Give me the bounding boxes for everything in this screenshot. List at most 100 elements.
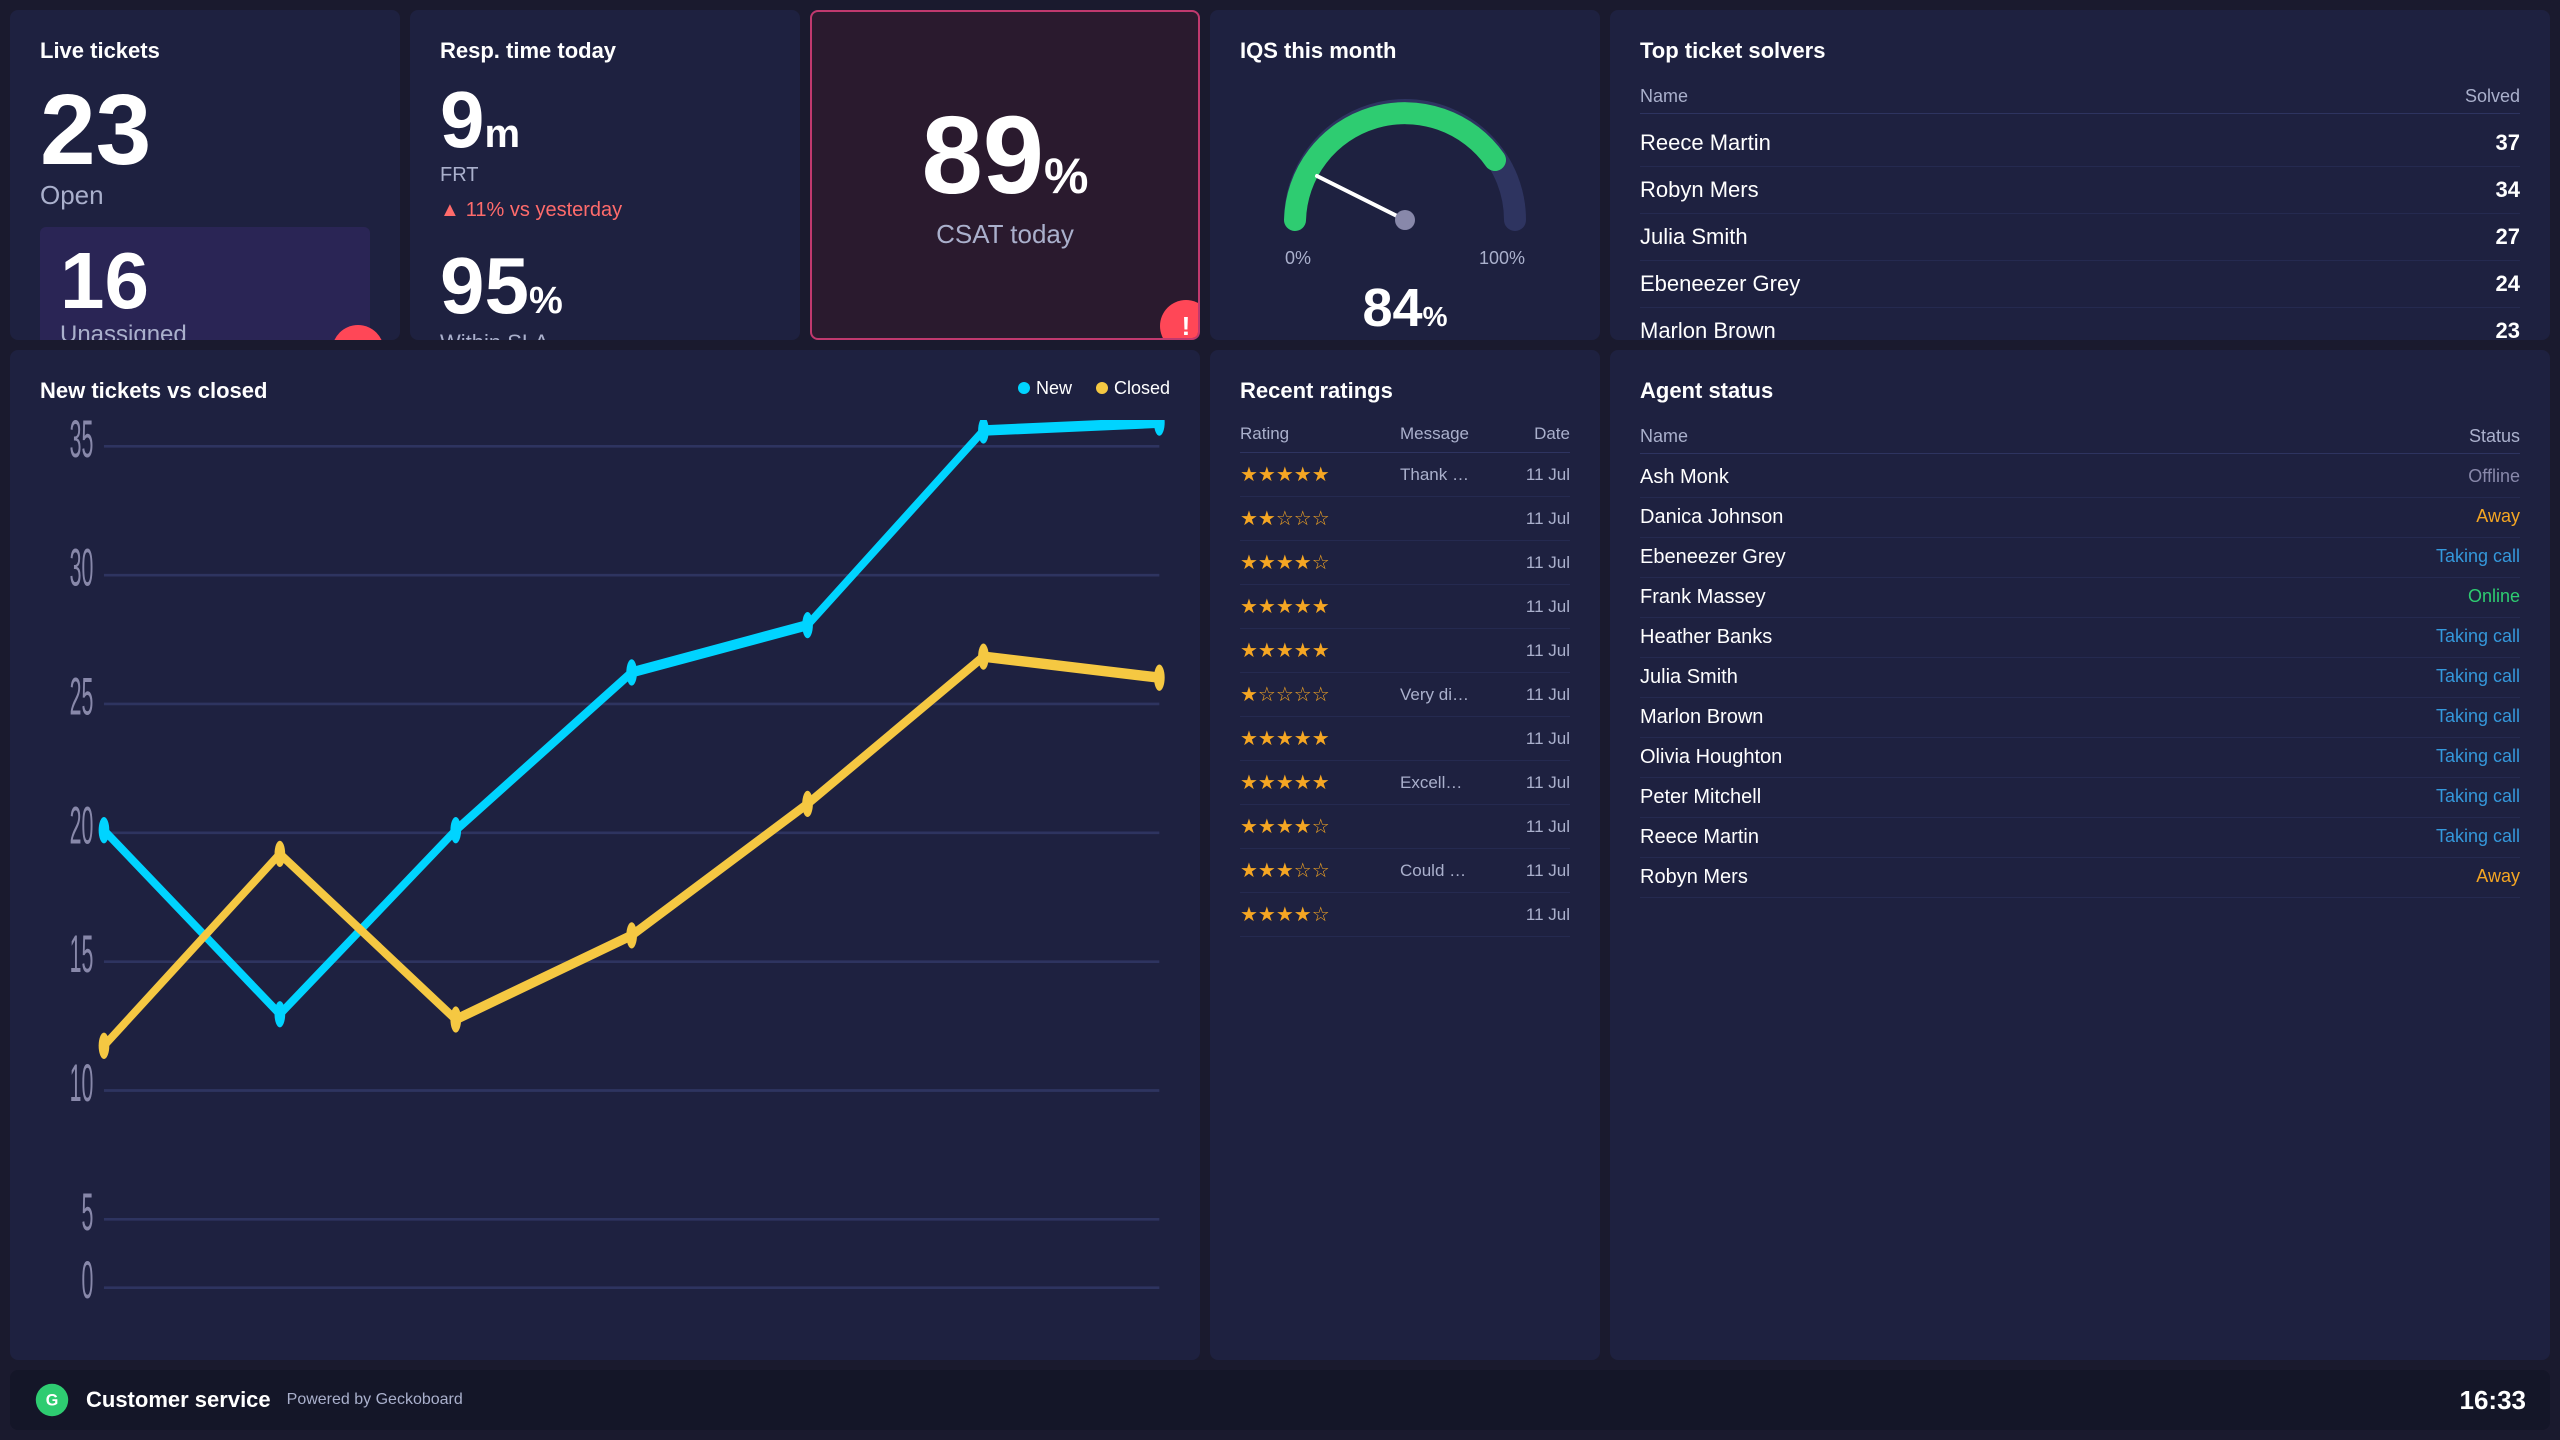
agent-name: Ebeneezer Grey (1640, 546, 1786, 569)
solver-table: Name Solved Reece Martin37Robyn Mers34Ju… (1640, 80, 2520, 340)
table-row: Olivia HoughtonTaking call (1640, 738, 2520, 778)
gauge-labels: 0% 100% (1285, 248, 1525, 269)
agent-status-card: Agent status Name Status Ash MonkOffline… (1610, 350, 2550, 1360)
solver-col-name: Name (1640, 86, 1688, 107)
arrow-up-icon: ▲ (440, 199, 460, 222)
rating-message: Very disappointed with service (1400, 685, 1480, 705)
sla-label: Within SLA (440, 330, 770, 340)
status-badge: Away (2476, 506, 2520, 529)
solver-count: 27 (2496, 224, 2520, 250)
table-row: Julia SmithTaking call (1640, 658, 2520, 698)
table-row: Ash MonkOffline (1640, 458, 2520, 498)
rating-date: 11 Jul (1480, 729, 1570, 749)
list-item: ★★☆☆☆ 11 Jul (1240, 497, 1570, 541)
status-badge: Away (2476, 866, 2520, 889)
solver-name: Marlon Brown (1640, 318, 1776, 340)
iqs-title: IQS this month (1240, 38, 1570, 64)
table-row: Peter MitchellTaking call (1640, 778, 2520, 818)
footer: G Customer service Powered by Geckoboard… (10, 1370, 2550, 1430)
table-row: Robyn Mers 34 (1640, 167, 2520, 214)
solver-name: Reece Martin (1640, 130, 1771, 156)
svg-text:10: 10 (70, 1054, 94, 1113)
list-item: ★★★★☆ 11 Jul (1240, 805, 1570, 849)
agent-name: Danica Johnson (1640, 506, 1783, 529)
list-item: ★★★★★ 11 Jul (1240, 585, 1570, 629)
star-rating: ★★★★☆ (1240, 902, 1400, 927)
status-badge: Online (2468, 586, 2520, 609)
rating-message: Thank you! (1400, 465, 1480, 485)
status-badge: Offline (2468, 466, 2520, 489)
frt-unit: m (485, 112, 521, 156)
open-label: Open (40, 180, 370, 211)
ratings-table-header: Rating Message Date (1240, 420, 1570, 453)
table-row: Ebeneezer Grey24 (1640, 261, 2520, 308)
agent-name: Heather Banks (1640, 626, 1772, 649)
agent-col-status: Status (2469, 426, 2520, 447)
solver-col-solved: Solved (2465, 86, 2520, 107)
list-item: ★★★★☆ 11 Jul (1240, 893, 1570, 937)
svg-text:0: 0 (81, 1251, 93, 1310)
agent-status-title: Agent status (1640, 378, 2520, 404)
agent-name: Marlon Brown (1640, 706, 1763, 729)
star-rating: ★★★★★ (1240, 770, 1400, 795)
tickets-chart-title: New tickets vs closed (40, 378, 1170, 404)
top-solvers-card: Top ticket solvers Name Solved Reece Mar… (1610, 10, 2550, 340)
ratings-col-rating: Rating (1240, 424, 1400, 444)
status-badge: Taking call (2436, 626, 2520, 649)
star-rating: ★★★★★ (1240, 726, 1400, 751)
solver-count: 37 (2496, 130, 2520, 156)
star-rating: ★★★☆☆ (1240, 858, 1400, 883)
top-solvers-title: Top ticket solvers (1640, 38, 2520, 64)
table-row: Marlon Brown 23 (1640, 308, 2520, 340)
agent-name: Reece Martin (1640, 826, 1759, 849)
star-rating: ★★☆☆☆ (1240, 506, 1400, 531)
sla-unit: % (529, 280, 563, 322)
svg-text:15:00: 15:00 (1133, 1306, 1170, 1314)
ratings-table: Rating Message Date ★★★★★ Thank you! 11 … (1240, 420, 1570, 937)
rating-message: Excellent! (1400, 773, 1480, 793)
rating-date: 11 Jul (1480, 553, 1570, 573)
svg-text:30: 30 (70, 538, 94, 597)
recent-ratings-card: Recent ratings Rating Message Date ★★★★★… (1210, 350, 1600, 1360)
svg-text:25: 25 (70, 667, 94, 726)
star-rating: ★★★★☆ (1240, 550, 1400, 575)
agent-name: Julia Smith (1640, 666, 1738, 689)
rating-date: 11 Jul (1480, 685, 1570, 705)
footer-left: G Customer service Powered by Geckoboard (34, 1382, 463, 1418)
csat-value: 89 (922, 94, 1044, 217)
solver-name: Robyn Mers (1640, 177, 1759, 203)
unassigned-box: 16 Unassigned ! (40, 227, 370, 340)
rating-date: 11 Jul (1480, 597, 1570, 617)
star-rating: ★★★★★ (1240, 462, 1400, 487)
rating-date: 11 Jul (1480, 641, 1570, 661)
footer-powered: Powered by Geckoboard (287, 1391, 463, 1409)
agent-rows: Ash MonkOffline Danica Johnson Away Ebeneez… (1640, 458, 2520, 898)
live-tickets-title: Live tickets (40, 38, 370, 64)
solver-count: 34 (2496, 177, 2520, 203)
chart-legend: New Closed (1018, 378, 1170, 399)
chart-svg: 35 30 25 20 15 10 5 0 09:00 12:00 15:00 (40, 420, 1170, 1314)
status-badge: Taking call (2436, 786, 2520, 809)
table-row: Robyn MersAway (1640, 858, 2520, 898)
agent-table: Name Status Ash MonkOfflineDanica Johnso… (1640, 420, 2520, 898)
agent-name: Frank Massey (1640, 586, 1766, 609)
resp-time-title: Resp. time today (440, 38, 770, 64)
rating-date: 11 Jul (1480, 773, 1570, 793)
rating-date: 11 Jul (1480, 817, 1570, 837)
frt-label: FRT (440, 164, 770, 187)
list-item: ★★★☆☆ Could have been quicker to re... 1… (1240, 849, 1570, 893)
status-badge: Taking call (2436, 546, 2520, 569)
svg-text:12:00: 12:00 (610, 1306, 663, 1314)
gauge-container: 0% 100% 84% (1240, 80, 1570, 339)
table-row: Reece MartinTaking call (1640, 818, 2520, 858)
table-row: Reece Martin 37 (1640, 120, 2520, 167)
list-item: ★★★★★ 11 Jul (1240, 717, 1570, 761)
legend-closed: Closed (1096, 378, 1170, 399)
ratings-col-date: Date (1480, 424, 1570, 444)
list-item: ★★★★★ 11 Jul (1240, 629, 1570, 673)
solver-count: 23 (2496, 318, 2520, 340)
svg-text:20: 20 (70, 796, 94, 855)
iqs-card: IQS this month 0% 100% 84% (1210, 10, 1600, 340)
rating-date: 11 Jul (1480, 509, 1570, 529)
rating-rows: ★★★★★ Thank you! 11 Jul ★★☆☆☆ 11 Jul ★★★… (1240, 453, 1570, 937)
